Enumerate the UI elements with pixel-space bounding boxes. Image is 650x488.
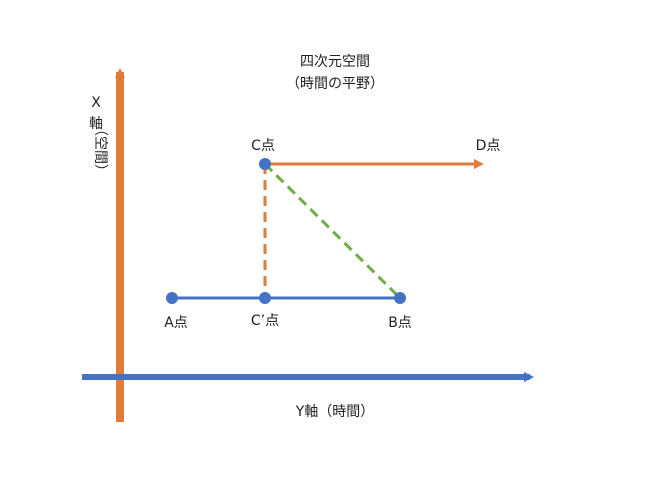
diagram-title-line1: 四次元空間 [300, 54, 370, 70]
vertical-axis-label-x: X [91, 95, 101, 111]
point-c [259, 158, 271, 170]
point-b [394, 292, 406, 304]
label-point-b: B点 [388, 315, 412, 331]
point-c-prime [259, 292, 271, 304]
vertical-axis-label-paren: （空間） [92, 122, 108, 178]
label-point-c: C点 [251, 138, 275, 154]
four-dimensional-space-diagram: 四次元空間 （時間の平野） X 軸 （空間） Y軸（時間） A点 C’点 B点 … [82, 54, 534, 422]
diagram-title-line2: （時間の平野） [286, 76, 384, 92]
label-point-d: D点 [476, 138, 501, 154]
point-a [166, 292, 178, 304]
dashed-c-to-b [263, 162, 402, 300]
horizontal-axis-label: Y軸（時間） [295, 404, 375, 420]
label-point-a: A点 [164, 315, 188, 331]
label-point-c-prime: C’点 [251, 313, 279, 329]
